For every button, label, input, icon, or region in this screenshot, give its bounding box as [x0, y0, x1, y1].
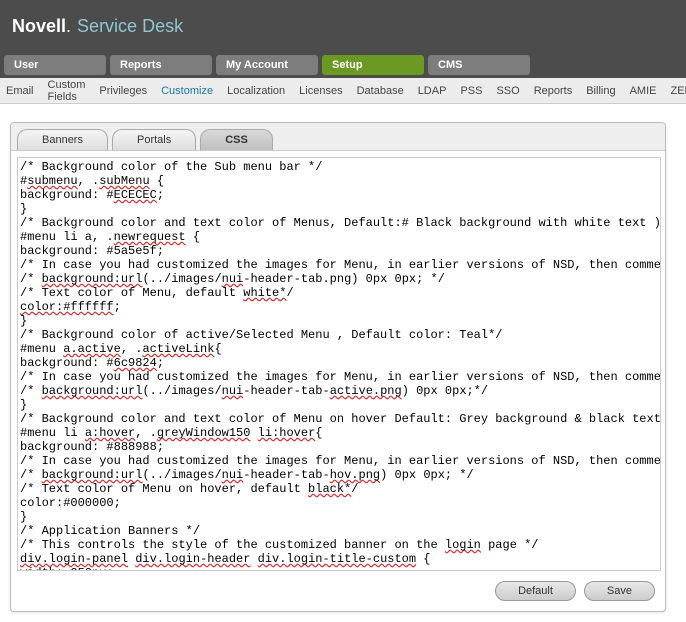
default-button[interactable]: Default: [495, 581, 576, 601]
tab-portals[interactable]: Portals: [112, 129, 196, 150]
main-menu: UserReportsMy AccountSetupCMS: [0, 52, 686, 78]
sub-menu-ldap[interactable]: LDAP: [418, 85, 447, 97]
css-editor[interactable]: /* Background color of the Sub menu bar …: [17, 157, 661, 571]
sub-menu-zenworks[interactable]: ZENworks: [670, 85, 686, 97]
main-menu-my-account[interactable]: My Account: [216, 55, 318, 75]
editor-wrap: /* Background color of the Sub menu bar …: [11, 157, 665, 571]
sub-menu-pss[interactable]: PSS: [460, 85, 482, 97]
sub-menu-licenses[interactable]: Licenses: [299, 85, 342, 97]
sub-menu-reports[interactable]: Reports: [534, 85, 573, 97]
sub-menu-database[interactable]: Database: [357, 85, 404, 97]
sub-menu-privileges[interactable]: Privileges: [99, 85, 147, 97]
brand-service-desk: Service Desk: [77, 16, 183, 37]
tabs: BannersPortalsCSS: [11, 123, 665, 151]
sub-menu-billing[interactable]: Billing: [586, 85, 615, 97]
main-menu-cms[interactable]: CMS: [428, 55, 530, 75]
tab-banners[interactable]: Banners: [17, 129, 108, 150]
tab-css[interactable]: CSS: [200, 129, 273, 150]
app-header: Novell . Service Desk: [0, 0, 686, 52]
sub-menu-custom-fields[interactable]: Custom Fields: [48, 79, 86, 103]
sub-menu-localization[interactable]: Localization: [227, 85, 285, 97]
sub-menu-sso[interactable]: SSO: [496, 85, 519, 97]
brand-dot: .: [66, 16, 71, 37]
sub-menu-amie[interactable]: AMIE: [630, 85, 657, 97]
content-area: BannersPortalsCSS /* Background color of…: [0, 104, 686, 622]
main-menu-setup[interactable]: Setup: [322, 55, 424, 75]
sub-menu: Email Custom Fields Privileges Customize Loc…: [0, 78, 686, 104]
main-menu-user[interactable]: User: [4, 55, 106, 75]
main-menu-reports[interactable]: Reports: [110, 55, 212, 75]
button-row: Default Save: [11, 577, 665, 611]
save-button[interactable]: Save: [584, 581, 655, 601]
customize-panel: BannersPortalsCSS /* Background color of…: [10, 122, 666, 612]
sub-menu-customize[interactable]: Customize: [161, 85, 213, 97]
sub-menu-email[interactable]: Email: [6, 85, 34, 97]
brand-novell: Novell: [12, 16, 66, 37]
